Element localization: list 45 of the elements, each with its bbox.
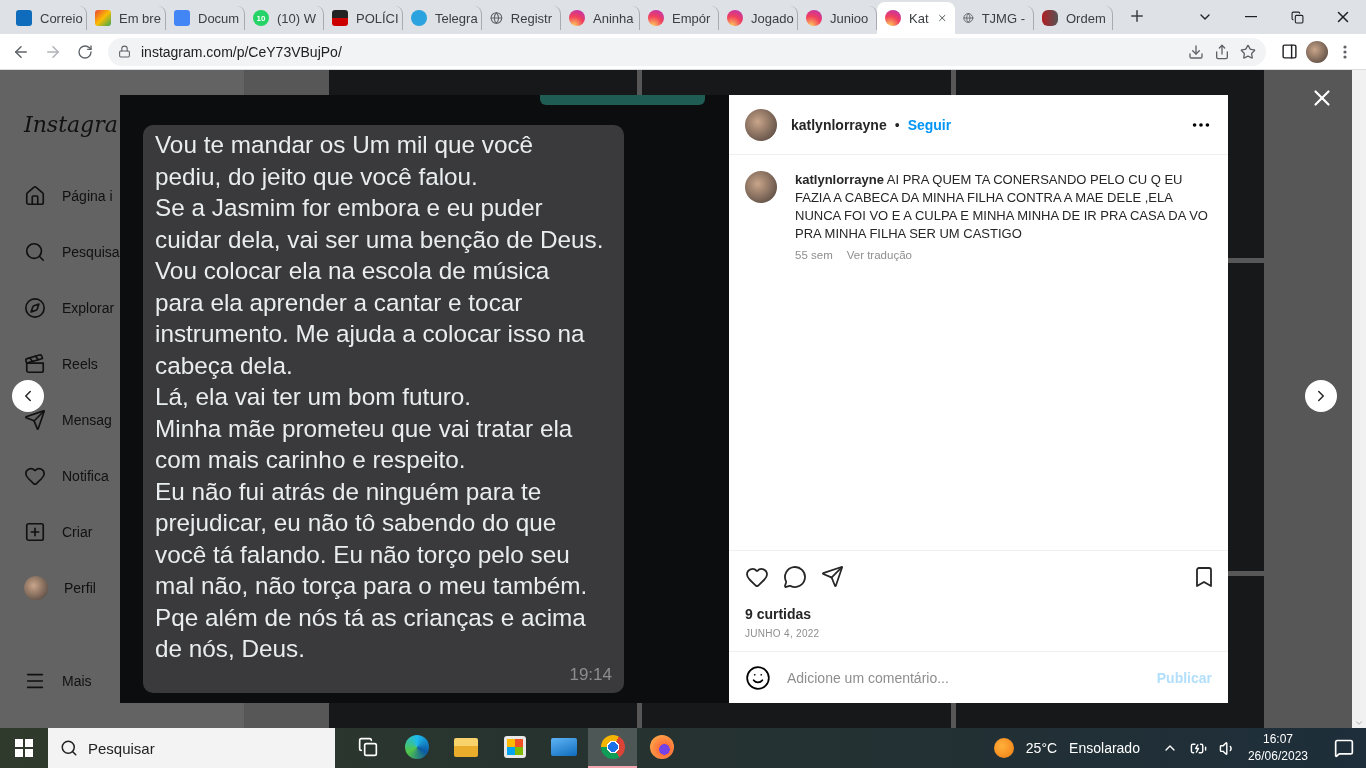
address-bar[interactable]: instagram.com/p/CeY73VBujPo/ — [108, 37, 1266, 66]
message-line: para ela aprender a cantar e tocar — [155, 287, 523, 318]
post-date: JUNHO 4, 2022 — [744, 627, 821, 641]
browser-tab[interactable]: Jogado — [719, 6, 798, 30]
message-line: cuidar dela, vai ser uma benção de Deus. — [155, 224, 604, 255]
likes-count[interactable]: 9 curtidas — [729, 602, 1228, 622]
browser-tab[interactable]: POLÍCI — [324, 6, 403, 30]
caption-text: katlynlorrayne AI PRA QUEM TA CONERSANDO PELO CU Q EU FAZIA A CABECA DA MINHA FILHA CONTRA A MAE DELE ,ELA NUNCA FOI VO E A CULPA E MINHA MINHA DE IR PRA CASA DA VO PRA MINHA FILHA SER UM CASTIGO — [795, 171, 1209, 243]
browser-tab[interactable]: Docum — [166, 6, 245, 30]
message-line: Eu não fui atrás de ninguém para te — [155, 476, 542, 507]
browser-tab[interactable]: Registr — [482, 6, 561, 30]
message-line: Minha mãe prometeu que vai tratar ela — [155, 413, 573, 444]
browser-tab[interactable]: Em bre — [87, 6, 166, 30]
separator-dot: • — [894, 116, 900, 133]
message-line: você tá falando. Eu não torço pelo seu — [155, 539, 570, 570]
browser-tab[interactable]: Aninha — [561, 6, 640, 30]
browser-tab[interactable]: Empór — [640, 6, 719, 30]
message-line: Vou te mandar os Um mil que você — [155, 130, 534, 160]
message-line: instrumento. Me ajuda a colocar isso na — [155, 319, 585, 349]
post-age: 55 sem — [795, 249, 833, 261]
temperature[interactable]: 25°C — [1025, 740, 1058, 756]
browser-tab[interactable]: 10 (10) W — [245, 6, 324, 30]
taskbar-search-field[interactable]: Pesquisar — [48, 728, 335, 768]
browser-tab[interactable]: Ordem — [1034, 6, 1113, 30]
message-line: Se a Jasmim for embora e eu puder — [155, 193, 543, 223]
message-line: de nós, Deus. — [155, 634, 305, 664]
browser-tab[interactable]: Correio — [8, 6, 87, 30]
message-line: pediu, do jeito que você falou. — [155, 161, 478, 192]
weather-condition[interactable]: Ensolarado — [1069, 740, 1140, 756]
browser-tab[interactable]: Kat — [877, 2, 955, 34]
message-line: com mais carinho e respeito. — [155, 445, 466, 475]
browser-tab[interactable]: Junioo — [798, 6, 877, 30]
author-name[interactable]: katlynlorrayne — [791, 116, 887, 133]
message-line: mal não, não torça para o meu também. — [155, 571, 588, 601]
clock-time[interactable]: 16:07 — [1262, 731, 1293, 748]
chat-badge-icon: 10 — [253, 10, 269, 26]
message-line: Lá, ela vai ter um bom futuro. — [155, 382, 471, 412]
message-line: Vou colocar ela na escola de música — [155, 256, 550, 286]
clock-date[interactable]: 26/06/2023 — [1247, 748, 1308, 765]
message-time: 19:14 — [569, 664, 612, 685]
browser-tab[interactable]: TJMG - — [955, 6, 1034, 30]
message-line: cabeça dela. — [155, 350, 293, 381]
message-line: Pqe além de nós tá as crianças e acima — [155, 602, 586, 633]
message-line: prejudicar, eu não tô sabendo do que — [155, 508, 557, 538]
browser-tab[interactable]: Telegra — [403, 6, 482, 30]
